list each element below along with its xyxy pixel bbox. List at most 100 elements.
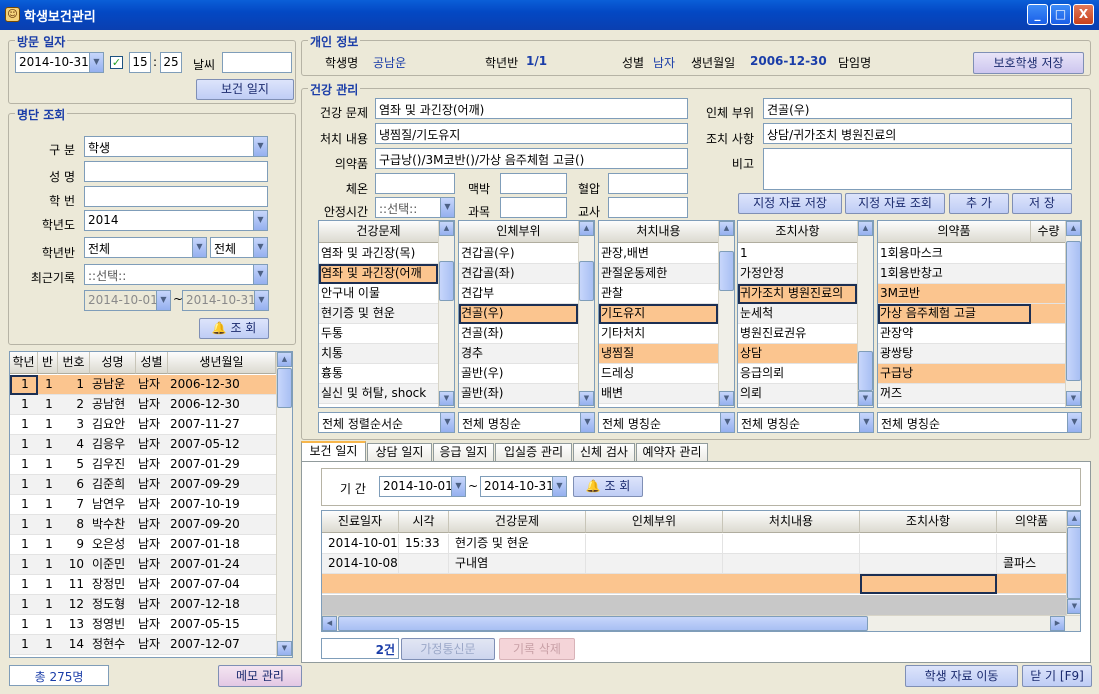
log-date-from[interactable]: 2014-10-01 ▼ (379, 476, 466, 497)
scroll-up-icon[interactable]: ▲ (579, 221, 594, 236)
list-item[interactable]: 골반(좌) (459, 384, 578, 404)
list-item[interactable]: 관찰 (599, 284, 718, 304)
list-item[interactable]: 배변 (599, 384, 718, 404)
save-button[interactable]: 저 장 (1012, 193, 1072, 214)
list-item-qty[interactable] (1031, 244, 1066, 264)
hour-input[interactable]: 15 (129, 52, 151, 73)
scroll-thumb[interactable] (1066, 241, 1081, 381)
list-item[interactable]: 1 (738, 244, 857, 264)
scroll-thumb[interactable] (338, 616, 868, 631)
class-select-grade[interactable]: 전체 ▼ (84, 237, 207, 258)
table-row[interactable]: 1 1 11 장정민 남자 2007-07-04 (10, 575, 276, 595)
list-sort-select[interactable]: 전체 명칭순 ▼ (737, 412, 874, 433)
list-item-qty[interactable] (1031, 344, 1066, 364)
list-item[interactable]: 견갑골(우) (459, 244, 578, 264)
scroll-down-icon[interactable]: ▼ (1066, 391, 1081, 406)
list-item-qty[interactable] (1031, 324, 1066, 344)
medicine-input[interactable]: 구급낭()/3M코반()/가상 음주체험 고글() (375, 148, 688, 169)
list-sort-select[interactable]: 전체 명칭순 ▼ (598, 412, 735, 433)
scroll-up-icon[interactable]: ▲ (1067, 511, 1080, 526)
list-item[interactable]: 골반(우) (459, 364, 578, 384)
student-col-header[interactable]: 학년 (10, 352, 38, 374)
list-item[interactable]: 눈세척 (738, 304, 857, 324)
list-item[interactable]: 견골(우) (459, 304, 578, 324)
save-designated-button[interactable]: 지정 자료 저장 (738, 193, 842, 214)
body-input[interactable]: 견골(우) (763, 98, 1072, 119)
table-row[interactable]: 1 1 3 김요안 남자 2007-11-27 (10, 415, 276, 435)
weather-input[interactable] (222, 52, 292, 73)
tab-item[interactable]: 신체 검사 (573, 443, 635, 461)
list-item[interactable]: 응급의뢰 (738, 364, 857, 384)
list-item[interactable]: 1회용마스크 (878, 244, 1031, 264)
table-row[interactable]: 1 1 1 공남운 남자 2006-12-30 (10, 375, 276, 395)
roster-date-from[interactable]: 2014-10-01 ▼ (84, 290, 171, 311)
scroll-up-icon[interactable]: ▲ (719, 221, 734, 236)
teacher-input[interactable] (608, 197, 688, 218)
visit-checkbox[interactable]: ✓ (110, 56, 123, 69)
table-row[interactable]: 1 1 14 정현수 남자 2007-12-07 (10, 635, 276, 655)
student-col-header[interactable]: 번호 (58, 352, 90, 374)
log-col-header[interactable]: 진료일자 (322, 511, 399, 533)
pulse-input[interactable] (500, 173, 567, 194)
list-item[interactable]: 관절운동제한 (599, 264, 718, 284)
list-item[interactable]: 염좌 및 과긴장(어깨 (319, 264, 438, 284)
table-row[interactable]: 1 1 13 정영빈 남자 2007-05-15 (10, 615, 276, 635)
student-col-header[interactable]: 성별 (136, 352, 168, 374)
scroll-down-icon[interactable]: ▼ (439, 391, 454, 406)
tab-item[interactable]: 예약자 관리 (636, 443, 708, 461)
roster-search-button[interactable]: 🔔 조 회 (199, 318, 269, 339)
list-item[interactable]: 광쌍탕 (878, 344, 1031, 364)
scroll-down-icon[interactable]: ▼ (1067, 599, 1080, 614)
list-sort-select[interactable]: 전체 정렬순서순 ▼ (318, 412, 455, 433)
scroll-up-icon[interactable]: ▲ (277, 352, 292, 367)
table-row[interactable]: 1 1 7 남연우 남자 2007-10-19 (10, 495, 276, 515)
health-log-button[interactable]: 보건 일지 (196, 79, 294, 100)
log-search-button[interactable]: 🔔 조 회 (573, 476, 643, 497)
list-item-qty[interactable] (1031, 284, 1066, 304)
student-col-header[interactable]: 성명 (90, 352, 136, 374)
tab-item[interactable]: 응급 일지 (433, 443, 494, 461)
log-col-header[interactable]: 처치내용 (723, 511, 860, 533)
list-scrollbar[interactable]: ▲ ▼ (718, 221, 734, 407)
problem-input[interactable]: 염좌 및 과긴장(어깨) (375, 98, 688, 119)
view-designated-button[interactable]: 지정 자료 조회 (845, 193, 945, 214)
scroll-up-icon[interactable]: ▲ (858, 221, 873, 236)
list-item[interactable]: 1회용반창고 (878, 264, 1031, 284)
recent-select[interactable]: ::선택:: ▼ (84, 264, 268, 285)
log-col-header[interactable]: 시각 (399, 511, 449, 533)
scroll-down-icon[interactable]: ▼ (719, 391, 734, 406)
name-input[interactable] (84, 161, 268, 182)
subject-input[interactable] (500, 197, 567, 218)
table-row[interactable]: 1 1 9 오은성 남자 2007-01-18 (10, 535, 276, 555)
list-item[interactable]: 상담 (738, 344, 857, 364)
year-select[interactable]: 2014 ▼ (84, 210, 268, 231)
visit-date-select[interactable]: 2014-10-31 ▼ (15, 52, 104, 73)
list-item[interactable]: 꺼즈 (878, 384, 1031, 404)
log-hscrollbar[interactable]: ◀ ▶ (322, 615, 1080, 631)
category-select[interactable]: 학생 ▼ (84, 136, 268, 157)
list-item[interactable]: 흉통 (319, 364, 438, 384)
list-item[interactable]: 견갑부 (459, 284, 578, 304)
list-item[interactable]: 냉찜질 (599, 344, 718, 364)
table-row[interactable]: 1 1 2 공남현 남자 2006-12-30 (10, 395, 276, 415)
scroll-up-icon[interactable]: ▲ (1066, 221, 1081, 236)
maximize-button[interactable]: □ (1050, 4, 1071, 25)
table-row[interactable]: 1 1 4 김응우 남자 2007-05-12 (10, 435, 276, 455)
student-scrollbar[interactable]: ▲ ▼ (276, 352, 292, 657)
list-scrollbar[interactable]: ▲ ▼ (1065, 221, 1081, 407)
note-textarea[interactable] (763, 148, 1072, 190)
log-col-header[interactable]: 의약품 (997, 511, 1067, 533)
class-select-room[interactable]: 전체 ▼ (210, 237, 268, 258)
list-sort-select[interactable]: 전체 명칭순 ▼ (877, 412, 1082, 433)
memo-button[interactable]: 메모 관리 (218, 665, 302, 687)
log-vscrollbar[interactable]: ▲ ▼ (1066, 511, 1080, 615)
table-row[interactable]: 1 1 6 김준희 남자 2007-09-29 (10, 475, 276, 495)
list-item-qty[interactable] (1031, 264, 1066, 284)
table-cell-selected[interactable] (860, 574, 997, 594)
list-item[interactable]: 두통 (319, 324, 438, 344)
table-row[interactable]: 1 1 8 박수찬 남자 2007-09-20 (10, 515, 276, 535)
add-button[interactable]: 추 가 (949, 193, 1009, 214)
treatment-input[interactable]: 냉찜질/기도유지 (375, 123, 688, 144)
list-item[interactable]: 드레싱 (599, 364, 718, 384)
table-row-new[interactable] (322, 574, 1067, 594)
